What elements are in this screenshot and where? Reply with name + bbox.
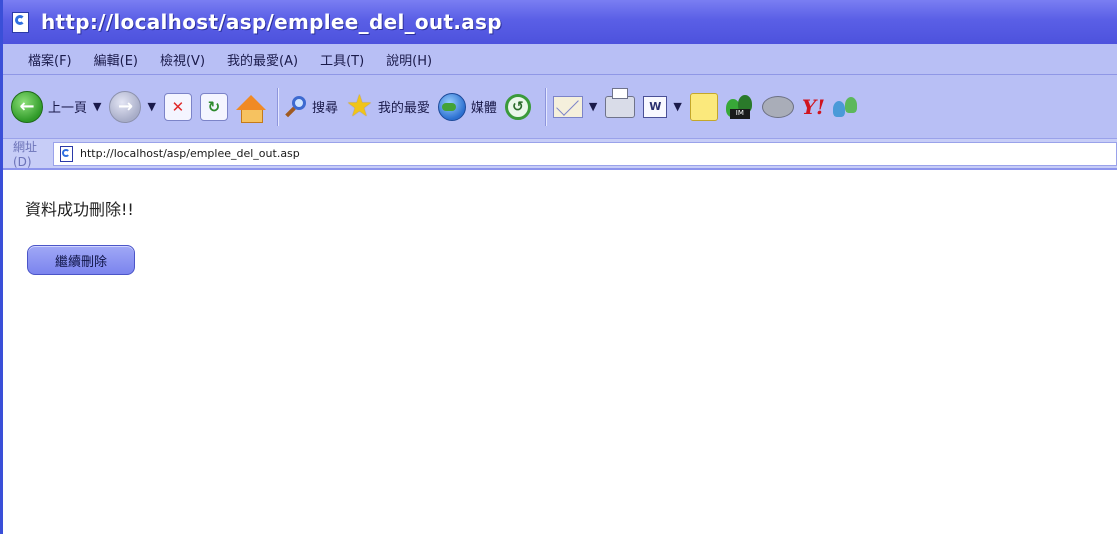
home-icon-body bbox=[240, 108, 263, 123]
edit-page-icon: W bbox=[643, 95, 668, 118]
messenger-button[interactable]: IM bbox=[725, 83, 754, 131]
media-button[interactable]: 媒體 bbox=[437, 83, 497, 131]
continue-delete-button[interactable]: 繼續刪除 bbox=[27, 245, 135, 275]
menu-edit[interactable]: 編輯(E) bbox=[91, 48, 141, 71]
discuss-button[interactable] bbox=[761, 83, 794, 131]
address-input[interactable]: http://localhost/asp/emplee_del_out.asp bbox=[53, 141, 1117, 166]
menu-help[interactable]: 說明(H) bbox=[383, 48, 435, 71]
mail-icon bbox=[552, 95, 583, 118]
history-icon: ↺ bbox=[504, 93, 531, 120]
back-button[interactable]: ← 上一頁 ▼ bbox=[11, 83, 101, 131]
success-message: 資料成功刪除!! bbox=[25, 200, 134, 219]
address-label: 網址(D) bbox=[13, 140, 38, 169]
search-icon bbox=[285, 95, 307, 118]
address-bar: 網址(D) http://localhost/asp/emplee_del_ou… bbox=[3, 139, 1117, 170]
contacts-button[interactable] bbox=[832, 83, 859, 131]
stop-button[interactable]: ✕ bbox=[163, 83, 192, 131]
messenger-icon: IM bbox=[725, 93, 754, 121]
search-label: 搜尋 bbox=[311, 101, 338, 116]
star-icon: ★ bbox=[345, 88, 373, 124]
forward-button[interactable]: → ▼ bbox=[109, 83, 156, 131]
favorites-label: 我的最愛 bbox=[377, 101, 430, 116]
refresh-button[interactable]: ↻ bbox=[199, 83, 228, 131]
mail-dropdown-icon[interactable]: ▼ bbox=[589, 100, 597, 113]
menu-favorites[interactable]: 我的最愛(A) bbox=[224, 48, 301, 71]
print-button[interactable] bbox=[605, 83, 636, 131]
title-bar: http://localhost/asp/emplee_del_out.asp bbox=[3, 0, 1117, 44]
yahoo-icon: Y! bbox=[801, 94, 825, 119]
page-content: 資料成功刪除!! 繼續刪除 bbox=[3, 170, 1117, 534]
edit-dropdown-icon[interactable]: ▼ bbox=[673, 100, 681, 113]
back-arrow-icon: ← bbox=[11, 90, 43, 123]
toolbar-separator bbox=[276, 87, 279, 126]
page-icon bbox=[58, 145, 74, 162]
address-url[interactable]: http://localhost/asp/emplee_del_out.asp bbox=[80, 147, 300, 160]
back-label: 上一頁 bbox=[48, 101, 88, 116]
refresh-icon: ↻ bbox=[199, 92, 228, 121]
forward-dropdown-icon[interactable]: ▼ bbox=[147, 100, 155, 113]
contacts-icon bbox=[832, 95, 859, 119]
stop-icon: ✕ bbox=[163, 92, 192, 121]
print-icon bbox=[605, 87, 636, 118]
history-button[interactable]: ↺ bbox=[504, 83, 531, 131]
mail-button[interactable]: ▼ bbox=[552, 83, 597, 131]
menu-file[interactable]: 檔案(F) bbox=[25, 48, 75, 71]
menu-tools[interactable]: 工具(T) bbox=[317, 48, 367, 71]
menu-bar: 檔案(F) 編輯(E) 檢視(V) 我的最愛(A) 工具(T) 說明(H) bbox=[3, 44, 1117, 75]
note-icon bbox=[689, 92, 718, 121]
notes-button[interactable] bbox=[689, 83, 718, 131]
ie-page-icon bbox=[9, 11, 31, 33]
browser-window: http://localhost/asp/emplee_del_out.asp … bbox=[0, 0, 1117, 534]
yahoo-button[interactable]: Y! bbox=[802, 83, 825, 131]
favorites-button[interactable]: ★ 我的最愛 bbox=[346, 83, 430, 131]
discuss-bubble-icon bbox=[761, 95, 794, 118]
search-button[interactable]: 搜尋 bbox=[285, 83, 338, 131]
standard-toolbar: ← 上一頁 ▼ → ▼ ✕ ↻ 搜尋 ★ 我的最愛 媒體 ↺ ▼ W ▼ IM … bbox=[3, 75, 1117, 139]
media-globe-icon bbox=[437, 92, 466, 121]
home-button[interactable] bbox=[235, 83, 266, 131]
window-title: http://localhost/asp/emplee_del_out.asp bbox=[41, 10, 502, 34]
forward-arrow-icon: → bbox=[109, 90, 142, 123]
menu-view[interactable]: 檢視(V) bbox=[157, 48, 208, 71]
media-label: 媒體 bbox=[470, 101, 497, 116]
home-icon bbox=[235, 95, 266, 110]
edit-button[interactable]: W ▼ bbox=[643, 83, 682, 131]
toolbar-separator bbox=[544, 87, 547, 126]
back-dropdown-icon[interactable]: ▼ bbox=[93, 100, 101, 113]
